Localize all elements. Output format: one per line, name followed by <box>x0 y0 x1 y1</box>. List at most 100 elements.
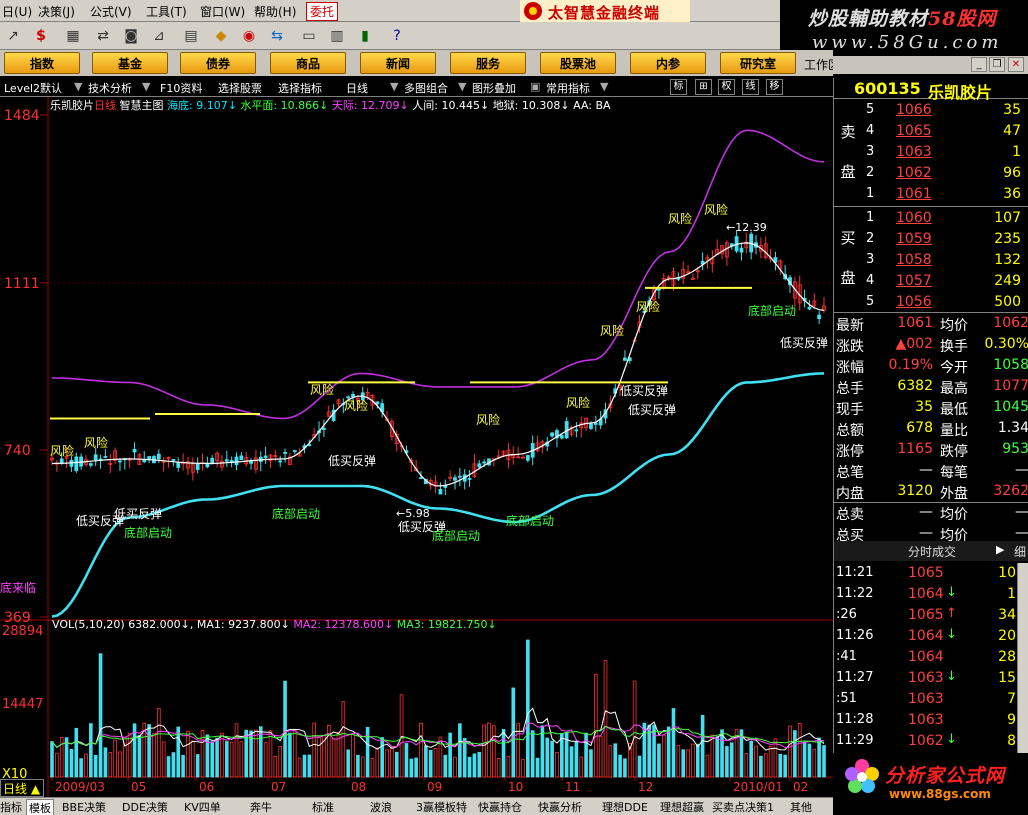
func-index-button[interactable]: 指数 <box>4 52 80 74</box>
menu-day[interactable]: 日(U) <box>2 3 32 20</box>
tab-11[interactable]: 理想DDE <box>602 799 648 815</box>
tab-12[interactable]: 理想超赢 <box>660 799 704 815</box>
bars-icon[interactable]: ▮ <box>354 25 376 47</box>
sell-price[interactable]: 1062 <box>896 165 932 181</box>
tab-14[interactable]: 其他 <box>790 799 812 815</box>
func-news-button[interactable]: 新闻 <box>360 52 436 74</box>
buy-row[interactable]: 4 1057 249 <box>862 272 1028 293</box>
buy-row[interactable]: 2 1059 235 <box>862 230 1028 251</box>
tick-scrollbar[interactable] <box>1017 563 1028 753</box>
tab-5[interactable]: 奔牛 <box>250 799 272 815</box>
sell-row[interactable]: 3 1063 1 <box>862 143 1028 164</box>
tick-header[interactable]: 分时成交 ▶ 细 <box>834 541 1028 561</box>
volume-bar <box>288 732 292 778</box>
help-icon[interactable]: ? <box>386 25 408 47</box>
tab-9[interactable]: 快赢持仓 <box>478 799 522 815</box>
chart-icon[interactable]: ⊿ <box>148 25 170 47</box>
func-fund-button[interactable]: 基金 <box>92 52 168 74</box>
f10-button[interactable]: F10资料 <box>160 80 202 96</box>
rights-button[interactable]: 权 <box>718 79 735 95</box>
menu-tools[interactable]: 工具(T) <box>146 3 187 20</box>
func-research-button[interactable]: 研究室 <box>720 52 796 74</box>
func-commodity-button[interactable]: 商品 <box>270 52 346 74</box>
kline-chart-svg[interactable]: 148411117403692889414447X10底来临乐凯胶片日线 智慧主… <box>0 97 833 797</box>
menu-formula[interactable]: 公式(V) <box>90 3 132 20</box>
menu-help[interactable]: 帮助(H) <box>254 3 296 20</box>
chevron-down-icon[interactable]: ▼ <box>74 80 82 93</box>
common-indicator-button[interactable]: 常用指标 <box>546 80 590 96</box>
sell-row[interactable]: 1 1061 36 <box>862 185 1028 206</box>
mark-button[interactable]: 标 <box>670 79 687 95</box>
pick-stock-button[interactable]: 选择股票 <box>218 80 262 96</box>
buy-price[interactable]: 1060 <box>896 210 932 226</box>
swap-icon[interactable]: ⇆ <box>266 25 288 47</box>
dollar-icon[interactable]: $ <box>30 25 52 47</box>
screen-icon[interactable]: ▭ <box>298 25 320 47</box>
table-icon[interactable]: ▥ <box>326 25 348 47</box>
crosshair-button[interactable]: ⊞ <box>695 79 712 95</box>
buy-row[interactable]: 5 1056 500 <box>862 293 1028 314</box>
level-dropdown[interactable]: Level2默认 <box>4 80 62 96</box>
buy-price[interactable]: 1057 <box>896 273 932 289</box>
tab-7[interactable]: 波浪 <box>370 799 392 815</box>
tab-8[interactable]: 3赢模板特 <box>416 799 467 815</box>
buy-row[interactable]: 3 1058 132 <box>862 251 1028 272</box>
buy-price[interactable]: 1056 <box>896 294 932 310</box>
diamond-icon[interactable]: ◆ <box>210 25 232 47</box>
tab-0[interactable]: 指标 <box>0 799 22 815</box>
buy-row[interactable]: 1 1060 107 <box>862 209 1028 230</box>
pick-indicator-button[interactable]: 选择指标 <box>278 80 322 96</box>
func-insider-button[interactable]: 内参 <box>630 52 706 74</box>
tab-13[interactable]: 买卖点决策1 <box>712 799 774 815</box>
sell-price[interactable]: 1065 <box>896 123 932 139</box>
entrust-button[interactable]: 委托 <box>306 2 339 21</box>
sell-price[interactable]: 1063 <box>896 144 932 160</box>
stat-row: 涨跌 ▲002 换手 0.30% <box>834 335 1028 356</box>
minimize-icon[interactable]: _ <box>971 57 987 72</box>
restore-icon[interactable]: ❐ <box>989 57 1005 72</box>
dayline-label[interactable]: 日线 ▲ <box>0 779 44 797</box>
period-dropdown[interactable]: 日线 <box>346 80 368 96</box>
line-button[interactable]: 线 <box>742 79 759 95</box>
func-bond-button[interactable]: 债券 <box>180 52 256 74</box>
tab-3[interactable]: DDE决策 <box>122 799 168 815</box>
chevron-down-icon[interactable]: ▼ <box>142 80 150 93</box>
sell-price[interactable]: 1061 <box>896 186 932 202</box>
lock-icon[interactable]: ▣ <box>530 80 540 93</box>
candle-body <box>321 427 326 430</box>
menu-decision[interactable]: 决策(J) <box>38 3 75 20</box>
sell-row[interactable]: 5 1066 35 <box>862 101 1028 122</box>
binoculars-icon[interactable]: ◙ <box>120 25 142 47</box>
func-service-button[interactable]: 服务 <box>450 52 526 74</box>
close-icon[interactable]: ✕ <box>1008 57 1024 72</box>
eye-icon[interactable]: ◉ <box>238 25 260 47</box>
tab-6[interactable]: 标准 <box>312 799 334 815</box>
sell-row[interactable]: 2 1062 96 <box>862 164 1028 185</box>
list-icon[interactable]: ▦ <box>62 25 84 47</box>
tab-2[interactable]: BBE决策 <box>62 799 106 815</box>
chevron-down-icon[interactable]: ▼ <box>600 80 608 93</box>
sell-price[interactable]: 1066 <box>896 102 932 118</box>
tick-detail-button[interactable]: 细 <box>1014 543 1026 560</box>
pointer-icon[interactable]: ↗ <box>2 25 24 47</box>
volume-bar <box>302 754 307 778</box>
tab-1[interactable]: 模板 <box>26 799 54 815</box>
date-axis-label: 10 <box>508 780 523 794</box>
chevron-right-icon[interactable]: ▶ <box>996 543 1004 556</box>
chevron-down-icon[interactable]: ▼ <box>390 80 398 93</box>
kline-chart-area[interactable]: 1484 1111 740 369 28894 14447 X10 底来临 乐凯胶片日线 智慧主… <box>0 97 833 797</box>
move-button[interactable]: 移 <box>766 79 783 95</box>
tab-4[interactable]: KV四单 <box>184 799 221 815</box>
menu-window[interactable]: 窗口(W) <box>200 3 245 20</box>
exchange-icon[interactable]: ⇄ <box>92 25 114 47</box>
chevron-down-icon[interactable]: ▼ <box>458 80 466 93</box>
func-stockpool-button[interactable]: 股票池 <box>540 52 616 74</box>
tab-10[interactable]: 快赢分析 <box>538 799 582 815</box>
buy-price[interactable]: 1059 <box>896 231 932 247</box>
buy-price[interactable]: 1058 <box>896 252 932 268</box>
grid-icon[interactable]: ▤ <box>180 25 202 47</box>
overlay-button[interactable]: 图形叠加 <box>472 80 516 96</box>
sell-row[interactable]: 4 1065 47 <box>862 122 1028 143</box>
multi-chart-button[interactable]: 多图组合 <box>404 80 448 96</box>
tech-analysis-button[interactable]: 技术分析 <box>88 80 132 96</box>
